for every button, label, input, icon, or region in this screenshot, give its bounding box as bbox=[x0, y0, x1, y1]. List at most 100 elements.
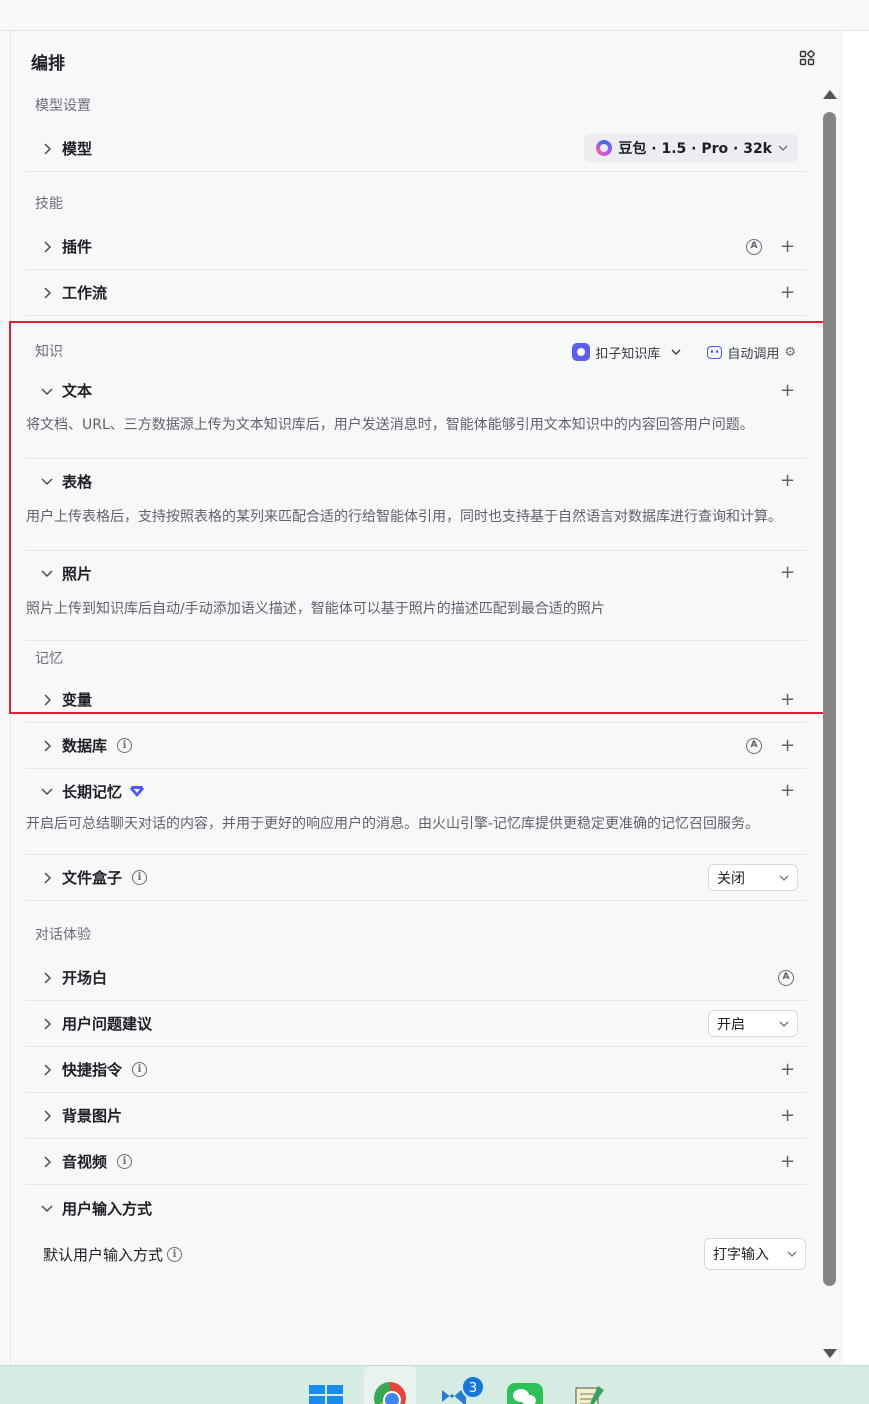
info-icon[interactable]: i bbox=[167, 1246, 183, 1262]
info-icon[interactable]: i bbox=[117, 738, 133, 753]
section-title-model: 模型设置 bbox=[35, 98, 91, 114]
add-table-button[interactable]: + bbox=[780, 472, 795, 490]
database-row[interactable]: 数据库 i A + bbox=[26, 723, 806, 769]
kb-source-label: 扣子知识库 bbox=[595, 346, 661, 362]
model-selector[interactable]: 豆包 · 1.5 · Pro · 32k bbox=[584, 134, 798, 162]
suggest-select[interactable]: 开启 bbox=[708, 1010, 798, 1037]
add-text-button[interactable]: + bbox=[780, 381, 795, 400]
chevron-right-icon[interactable] bbox=[34, 693, 60, 706]
photo-desc-block: 照片上传到知识库后自动/手动添加语义描述，智能体可以基于照片的描述匹配到最合适的… bbox=[26, 595, 806, 641]
scroll-thumb[interactable] bbox=[823, 112, 836, 1286]
chevron-right-icon[interactable] bbox=[34, 142, 60, 155]
table-row[interactable]: 表格 + bbox=[26, 459, 806, 503]
info-icon[interactable]: i bbox=[132, 1062, 148, 1077]
chevron-down-icon bbox=[671, 349, 681, 355]
add-av-button[interactable]: + bbox=[780, 1152, 795, 1171]
taskbar bbox=[0, 1365, 869, 1404]
chevron-right-icon[interactable] bbox=[34, 1063, 60, 1076]
default-input-label: 默认用户输入方式 bbox=[43, 1245, 164, 1264]
default-input-value: 打字输入 bbox=[713, 1247, 769, 1263]
model-row[interactable]: 模型 豆包 · 1.5 · Pro · 32k bbox=[26, 126, 806, 172]
model-value: 豆包 · 1.5 · Pro · 32k bbox=[618, 141, 772, 157]
chevron-down-icon[interactable] bbox=[34, 386, 60, 396]
chevron-right-icon[interactable] bbox=[34, 286, 60, 299]
chevron-down-icon[interactable] bbox=[34, 568, 60, 578]
auto-call-label: 自动调用 bbox=[727, 346, 780, 362]
auto-call-button[interactable]: 自动调用 ⚙ bbox=[707, 343, 796, 362]
variable-row[interactable]: 变量 + bbox=[26, 677, 806, 723]
input-mode-row[interactable]: 用户输入方式 bbox=[26, 1185, 806, 1231]
kb-logo-icon bbox=[572, 343, 591, 361]
opening-label: 开场白 bbox=[62, 969, 108, 987]
chrome-taskbar-button[interactable] bbox=[364, 1366, 416, 1404]
chevron-down-icon[interactable] bbox=[34, 476, 60, 486]
auto-icon[interactable]: A bbox=[746, 737, 762, 754]
database-label: 数据库 bbox=[62, 737, 108, 755]
panel-title: 编排 bbox=[31, 54, 65, 74]
longterm-memory-row[interactable]: 长期记忆 + bbox=[26, 769, 806, 813]
add-longterm-memory-button[interactable]: + bbox=[780, 782, 795, 800]
auto-icon[interactable]: A bbox=[778, 969, 794, 986]
add-background-button[interactable]: + bbox=[780, 1106, 795, 1125]
chevron-down-icon[interactable] bbox=[34, 786, 60, 796]
input-mode-label: 用户输入方式 bbox=[62, 1199, 153, 1218]
wechat-icon[interactable] bbox=[507, 1383, 543, 1404]
add-variable-button[interactable]: + bbox=[780, 690, 795, 709]
scroll-down-arrow-icon[interactable] bbox=[823, 1349, 837, 1358]
table-label: 表格 bbox=[62, 472, 93, 491]
text-label: 文本 bbox=[62, 382, 93, 400]
photo-description: 照片上传到知识库后自动/手动添加语义描述，智能体可以基于照片的描述匹配到最合适的… bbox=[26, 601, 605, 617]
chevron-right-icon[interactable] bbox=[34, 240, 60, 253]
plugin-row[interactable]: 插件 A + bbox=[26, 224, 806, 270]
info-icon[interactable]: i bbox=[132, 870, 148, 885]
chevron-right-icon[interactable] bbox=[34, 1017, 60, 1030]
add-shortcut-button[interactable]: + bbox=[780, 1060, 795, 1079]
shortcut-label: 快捷指令 bbox=[62, 1061, 123, 1079]
section-title-memory: 记忆 bbox=[35, 651, 63, 667]
knowledge-header: 知识 扣子知识库 自动调用 ⚙ bbox=[26, 332, 806, 372]
add-database-button[interactable]: + bbox=[780, 736, 795, 755]
add-plugin-button[interactable]: + bbox=[780, 237, 795, 256]
chevron-right-icon[interactable] bbox=[34, 971, 60, 984]
info-icon[interactable]: i bbox=[117, 1154, 133, 1169]
chevron-right-icon[interactable] bbox=[34, 1155, 60, 1168]
gear-icon[interactable]: ⚙ bbox=[784, 345, 796, 360]
chevron-right-icon[interactable] bbox=[34, 739, 60, 752]
filebox-select[interactable]: 关闭 bbox=[708, 864, 798, 891]
notepad-icon[interactable] bbox=[574, 1384, 606, 1404]
chevron-down-icon[interactable] bbox=[34, 1203, 60, 1213]
table-desc-block: 用户上传表格后，支持按照表格的某列来匹配合适的行给智能体引用，同时也支持基于自然… bbox=[26, 503, 806, 551]
background-label: 背景图片 bbox=[62, 1107, 123, 1125]
av-row[interactable]: 音视频 i + bbox=[26, 1139, 806, 1185]
layout-icon[interactable] bbox=[799, 50, 815, 66]
filebox-label: 文件盒子 bbox=[62, 869, 123, 887]
scrollbar[interactable] bbox=[819, 86, 841, 1366]
add-workflow-button[interactable]: + bbox=[780, 283, 795, 302]
opening-row[interactable]: 开场白 A bbox=[26, 955, 806, 1001]
chevron-right-icon[interactable] bbox=[34, 1109, 60, 1122]
default-input-select[interactable]: 打字输入 bbox=[704, 1238, 806, 1270]
right-gutter bbox=[843, 31, 869, 1365]
windows-start-icon[interactable] bbox=[309, 1385, 343, 1404]
shortcut-row[interactable]: 快捷指令 i + bbox=[26, 1047, 806, 1093]
chevron-down-icon bbox=[787, 1251, 797, 1257]
chevron-right-icon[interactable] bbox=[34, 871, 60, 884]
photo-row[interactable]: 照片 + bbox=[26, 551, 806, 595]
scroll-up-arrow-icon[interactable] bbox=[823, 90, 837, 99]
section-title-skills: 技能 bbox=[35, 196, 63, 212]
filebox-value: 关闭 bbox=[717, 870, 745, 887]
doubao-logo-icon bbox=[596, 140, 613, 156]
add-photo-button[interactable]: + bbox=[780, 564, 795, 582]
filebox-row[interactable]: 文件盒子 i 关闭 bbox=[26, 855, 806, 901]
background-row[interactable]: 背景图片 + bbox=[26, 1093, 806, 1139]
suggest-row[interactable]: 用户问题建议 开启 bbox=[26, 1001, 806, 1047]
chevron-down-icon bbox=[778, 145, 788, 151]
text-description: 将文档、URL、三方数据源上传为文本知识库后，用户发送消息时，智能体能够引用文本… bbox=[26, 417, 754, 433]
panel-content: 模型设置 模型 豆包 · 1.5 · Pro · 32k 技能 插件 A + 工… bbox=[26, 86, 806, 1277]
text-row[interactable]: 文本 + bbox=[26, 372, 806, 409]
kb-source-selector[interactable]: 扣子知识库 bbox=[572, 343, 681, 362]
model-label: 模型 bbox=[62, 140, 93, 158]
auto-icon[interactable]: A bbox=[746, 238, 762, 255]
table-description: 用户上传表格后，支持按照表格的某列来匹配合适的行给智能体引用，同时也支持基于自然… bbox=[26, 509, 782, 525]
workflow-row[interactable]: 工作流 + bbox=[26, 270, 806, 316]
